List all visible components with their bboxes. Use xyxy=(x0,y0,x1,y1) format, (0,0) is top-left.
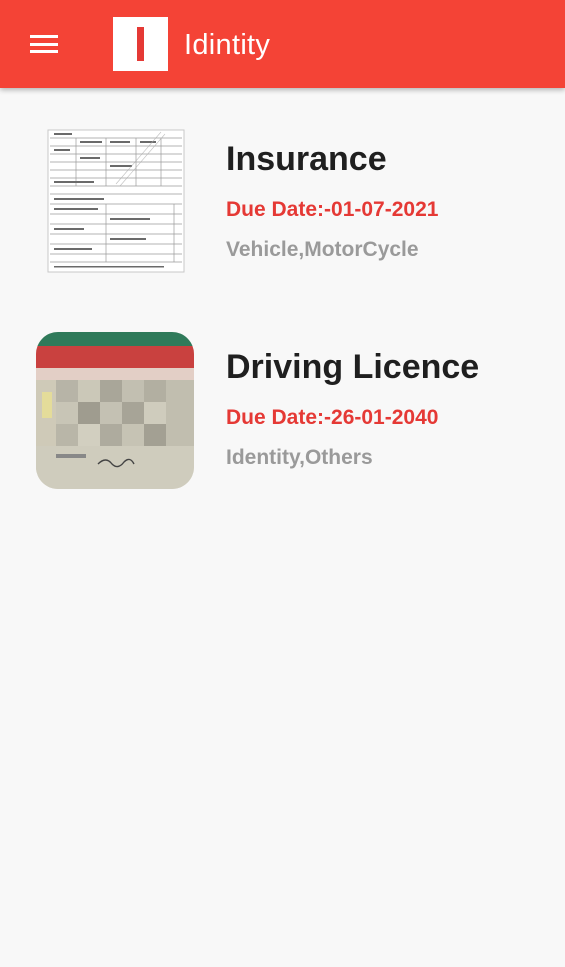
app-title: Idintity xyxy=(184,29,271,61)
document-tags: Vehicle,MotorCycle xyxy=(226,238,419,261)
driving-licence-thumbnail xyxy=(36,332,194,489)
document-title: Insurance xyxy=(226,140,387,178)
app-logo xyxy=(113,17,168,71)
hamburger-menu-icon xyxy=(30,35,58,53)
logo-letter-i xyxy=(137,27,144,61)
document-card-driving-licence[interactable]: Driving Licence Due Date:-26-01-2040 Ide… xyxy=(0,328,565,518)
document-card-insurance[interactable]: Insurance Due Date:-01-07-2021 Vehicle,M… xyxy=(0,120,565,310)
insurance-document-thumbnail xyxy=(36,124,194,281)
document-due-date: Due Date:-26-01-2040 xyxy=(226,406,439,429)
document-title: Driving Licence xyxy=(226,348,480,386)
document-due-date: Due Date:-01-07-2021 xyxy=(226,198,439,221)
document-tags: Identity,Others xyxy=(226,446,373,469)
app-bar: Idintity xyxy=(0,0,565,88)
menu-button[interactable] xyxy=(22,26,66,62)
